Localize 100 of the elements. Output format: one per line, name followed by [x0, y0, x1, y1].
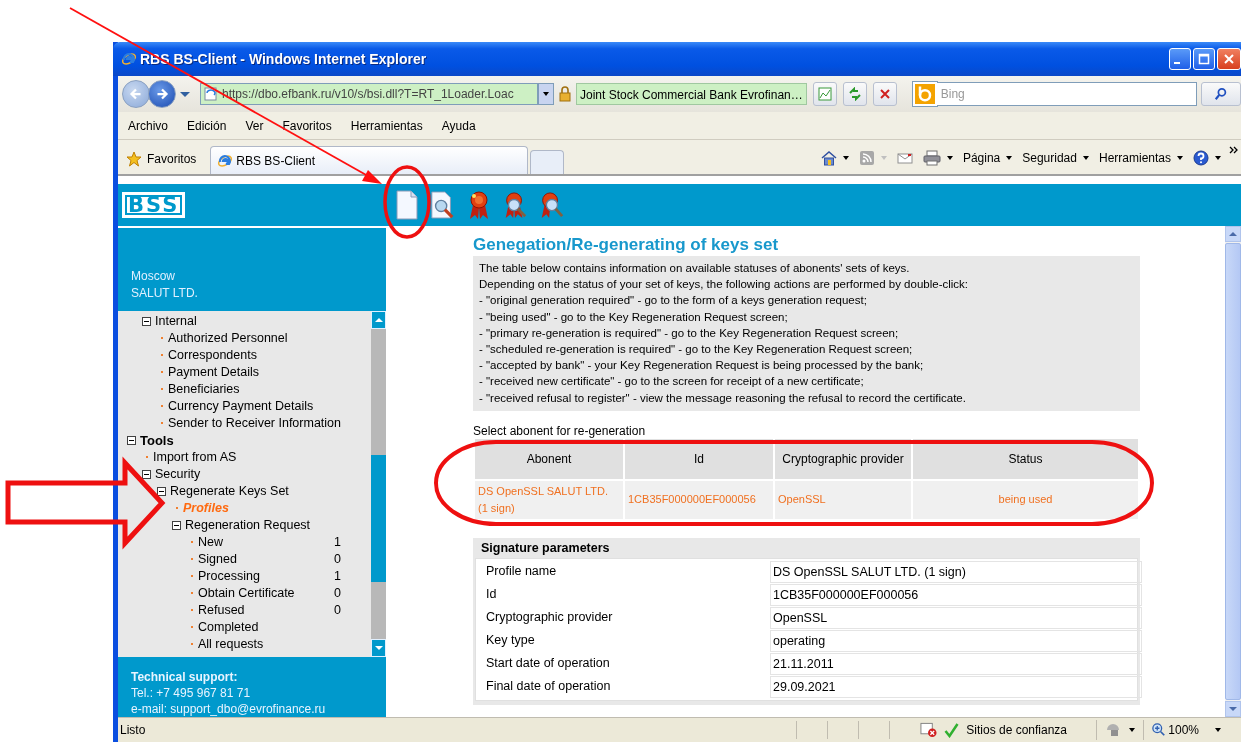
parameter-value: 1CB35F000000EF000056 [770, 583, 1142, 606]
page-icon [204, 87, 218, 101]
caret-icon [1006, 156, 1013, 160]
search-icon [1213, 87, 1228, 101]
info-text: - "received refusal to register" - view the message reasoning the refusal to record the certificate. [479, 390, 967, 406]
lock-icon [558, 86, 572, 102]
tree-item[interactable]: Import from AS [153, 450, 237, 465]
parameter-label: Cryptographic provider [486, 608, 614, 626]
parameter-label: Profile name [486, 562, 558, 580]
page-title: Genegation/Re-generating of keys set [473, 234, 780, 256]
caret-icon [1215, 728, 1221, 732]
parameter-value: OpenSSL [770, 606, 1142, 629]
minimize-button[interactable] [1169, 48, 1191, 70]
address-dropdown-button[interactable] [538, 83, 554, 105]
expand-toggle[interactable] [142, 469, 151, 479]
maximize-button[interactable] [1193, 48, 1215, 70]
caret-icon [1177, 156, 1183, 160]
chevron-icon[interactable] [1229, 146, 1239, 154]
tree-item[interactable]: Obtain Certificate [198, 586, 295, 601]
document-icon[interactable] [394, 190, 420, 220]
tree-item[interactable]: Regeneration Request [185, 518, 311, 533]
rss-icon [858, 150, 875, 166]
expand-toggle[interactable] [127, 435, 136, 445]
caret-icon[interactable] [180, 91, 190, 97]
location-text: SALUT LTD. [131, 284, 199, 302]
parameter-value: operating [770, 629, 1142, 652]
caret-icon [1082, 156, 1089, 160]
help-icon [1193, 150, 1209, 166]
browser-tab[interactable]: RBS BS-Client [210, 146, 529, 174]
tree-item[interactable]: Completed [198, 620, 259, 635]
info-text: - "received new certificate" - go to the screen for receipt of a new certificate; [479, 374, 865, 390]
address-field[interactable]: https://dbo.efbank.ru/v10/s/bsi.dll?T=RT_1Loader.Loac [200, 83, 538, 105]
tree-item[interactable]: Tools [140, 432, 174, 448]
tree-item[interactable]: Internal [155, 314, 197, 329]
site-identity[interactable]: Joint Stock Commercial Bank Evrofinan… [576, 83, 807, 105]
tree-item[interactable]: Refused [198, 603, 245, 618]
info-text: The table below contains information on available statuses of abonents' sets of keys. [479, 261, 911, 276]
tree-item[interactable]: Sender to Receiver Information [168, 416, 341, 431]
column-header: Abonent [474, 438, 624, 480]
search-field[interactable]: Bing [936, 82, 1197, 106]
menu-item[interactable]: Ayuda [441, 118, 476, 133]
menu-item[interactable]: Herramientas [350, 118, 423, 133]
tree-item[interactable]: Regenerate Keys Set [170, 484, 289, 499]
scrollbar[interactable] [1225, 226, 1241, 717]
section-title: Signature parameters [480, 539, 611, 557]
expand-toggle[interactable] [157, 486, 166, 496]
info-text: - "original generation required" - go to the form of a keys generation request; [479, 293, 868, 309]
forward-button[interactable] [148, 80, 176, 108]
parameter-label: Start date of operation [486, 654, 611, 672]
document-magnifier-icon[interactable] [430, 190, 456, 220]
info-text: - "being used" - go to the Key Regeneration Request screen; [479, 309, 789, 325]
command-menu[interactable]: Herramientas [1096, 146, 1185, 170]
menu-item[interactable]: Edición [187, 118, 227, 133]
refresh-button[interactable] [842, 82, 867, 106]
menu-item[interactable]: Ver [245, 118, 264, 133]
envelope-icon [896, 150, 913, 166]
parameter-value: 29.09.2021 [770, 675, 1142, 698]
scrollbar[interactable] [371, 310, 386, 657]
security-zone-text: Sitios de confianza [966, 723, 1069, 737]
zoom-icon [1152, 723, 1167, 737]
menu-item[interactable]: Favoritos [282, 118, 332, 133]
browser-logo-icon [121, 51, 137, 67]
table-caption: Select abonent for re-generation [473, 422, 647, 439]
zoom-button[interactable]: 100% [1143, 720, 1241, 740]
expand-toggle[interactable] [172, 520, 181, 530]
info-text: Depending on the status of your set of keys, the following actions are performed by double-click: [479, 277, 970, 293]
tree-item[interactable]: Processing [198, 569, 260, 584]
caret-icon [1215, 156, 1221, 160]
tree-item[interactable]: Security [155, 467, 201, 482]
tree-item[interactable]: New [198, 535, 223, 550]
tree-item[interactable]: Correspondents [168, 348, 257, 363]
tree-item[interactable]: Signed [198, 552, 237, 567]
support-text: e-mail: support_dbo@evrofinance.ru [131, 701, 327, 717]
caret-icon [1129, 728, 1136, 732]
close-button[interactable] [1217, 48, 1241, 70]
menu-item[interactable]: Archivo [128, 118, 168, 133]
tree-item[interactable]: Authorized Personnel [168, 331, 288, 346]
search-button[interactable] [1200, 82, 1241, 106]
tree-item[interactable]: Payment Details [168, 365, 259, 380]
back-button[interactable] [122, 80, 150, 108]
tree-item[interactable]: Beneficiaries [168, 382, 240, 397]
close-icon [1223, 53, 1235, 65]
favorites-button[interactable]: Favoritos [122, 144, 205, 174]
count-text: 1 [334, 535, 341, 550]
minimize-icon [1174, 62, 1180, 64]
stop-button[interactable] [872, 82, 897, 106]
parameter-value: 21.11.2011 [770, 652, 1142, 675]
count-text: 0 [334, 603, 341, 618]
support-text: Tel.: +7 495 967 81 71 [131, 685, 252, 701]
tree-item[interactable]: All requests [198, 637, 264, 652]
caret-icon [880, 156, 887, 160]
tree-item[interactable]: Currency Payment Details [168, 399, 314, 414]
command-menu[interactable]: Seguridad [1020, 146, 1091, 170]
maximize-icon [1198, 53, 1210, 65]
command-menu[interactable]: Página [960, 146, 1015, 170]
info-text: - "accepted by bank" - your Key Regeneration Request is being processed by the bank; [479, 358, 925, 374]
info-text: - "scheduled re-generation is required" - go to the Key Regeneration Request screen; [479, 342, 914, 357]
count-text: 0 [334, 552, 341, 567]
expand-toggle[interactable] [142, 316, 151, 326]
count-text: 1 [334, 569, 341, 584]
